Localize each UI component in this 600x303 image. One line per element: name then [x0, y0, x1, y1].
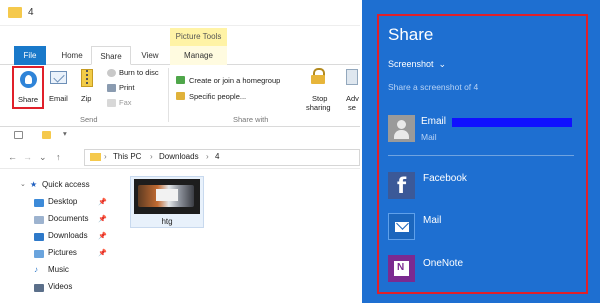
- tab-manage[interactable]: Manage: [170, 46, 227, 65]
- pin-icon[interactable]: 📌: [98, 198, 107, 206]
- share-app-facebook[interactable]: Facebook: [423, 173, 467, 184]
- share-subtitle: Share a screenshot of 4: [388, 82, 479, 92]
- lock-icon[interactable]: [311, 68, 325, 84]
- zip-icon[interactable]: [81, 69, 93, 87]
- onenote-icon[interactable]: N: [388, 255, 415, 282]
- nav-item-documents[interactable]: Documents 📌: [0, 212, 118, 229]
- desktop-icon: [34, 199, 44, 207]
- tab-view[interactable]: View: [134, 46, 166, 65]
- back-arrow-icon[interactable]: ←: [8, 152, 17, 162]
- nav-label-documents: Documents: [48, 214, 89, 223]
- share-app-onenote[interactable]: OneNote: [423, 258, 463, 269]
- crumb-separator-icon[interactable]: ›: [206, 152, 209, 161]
- nav-item-music[interactable]: ♪ Music: [0, 263, 118, 280]
- customize-toolbar-chevron-icon[interactable]: ▾: [63, 129, 67, 138]
- fax-button[interactable]: Fax: [119, 98, 132, 107]
- quick-access-toolbar: ▾: [0, 127, 360, 143]
- tab-home[interactable]: Home: [55, 46, 89, 65]
- share-app-mail[interactable]: Mail: [423, 215, 441, 226]
- advanced-security-label-2[interactable]: se: [348, 103, 356, 112]
- nav-item-downloads[interactable]: Downloads 📌: [0, 229, 118, 246]
- facebook-icon[interactable]: f: [388, 172, 415, 199]
- ribbon-group-divider: [168, 68, 169, 122]
- tab-share[interactable]: Share: [91, 46, 131, 65]
- contact-avatar-icon[interactable]: [388, 115, 415, 142]
- ribbon-tab-bar: File Home Share View Manage: [0, 46, 360, 65]
- pictures-icon: [34, 250, 44, 258]
- mail-icon[interactable]: [388, 213, 415, 240]
- stop-sharing-label-1[interactable]: Stop: [312, 94, 327, 103]
- homegroup-icon: [176, 76, 185, 84]
- pin-icon[interactable]: 📌: [98, 215, 107, 223]
- recent-locations-chevron-icon[interactable]: ⌄: [39, 152, 47, 163]
- nav-label-quick-access: Quick access: [42, 180, 90, 189]
- nav-item-pictures[interactable]: Pictures 📌: [0, 246, 118, 263]
- nav-label-desktop: Desktop: [48, 197, 78, 206]
- nav-item-videos[interactable]: Videos: [0, 280, 118, 297]
- image-thumbnail: [134, 179, 200, 214]
- window-title: 4: [28, 7, 34, 18]
- properties-checkbox-icon[interactable]: [14, 131, 23, 139]
- specific-people-button[interactable]: Specific people...: [189, 92, 246, 101]
- expand-chevron-icon[interactable]: ⌄: [20, 180, 26, 188]
- chevron-down-icon: ⌄: [436, 59, 447, 69]
- tab-file[interactable]: File: [14, 46, 46, 65]
- forward-arrow-icon[interactable]: →: [23, 152, 32, 162]
- send-group-label: Send: [80, 115, 98, 124]
- pin-icon[interactable]: 📌: [98, 249, 107, 257]
- star-icon: ★: [30, 180, 38, 189]
- share-type-dropdown[interactable]: Screenshot ⌄: [388, 59, 446, 70]
- burn-to-disc-button[interactable]: Burn to disc: [119, 68, 159, 77]
- divider: [388, 155, 574, 156]
- advanced-security-label-1[interactable]: Adv: [346, 94, 359, 103]
- breadcrumb-this-pc[interactable]: This PC: [113, 152, 141, 161]
- downloads-icon: [34, 233, 44, 241]
- nav-label-music: Music: [48, 265, 69, 274]
- crumb-separator-icon[interactable]: ›: [150, 152, 153, 161]
- share-type-value: Screenshot: [388, 59, 434, 69]
- breadcrumb-downloads[interactable]: Downloads: [159, 152, 199, 161]
- pin-icon[interactable]: 📌: [98, 232, 107, 240]
- share-button[interactable]: Share: [12, 66, 44, 109]
- homegroup-button[interactable]: Create or join a homegroup: [189, 76, 280, 85]
- email-contact-name[interactable]: Email: [421, 116, 446, 127]
- address-folder-icon: [90, 153, 101, 161]
- share-button-label: Share: [17, 95, 38, 104]
- stop-sharing-label-2[interactable]: sharing: [306, 103, 331, 112]
- email-contact-app: Mail: [421, 132, 437, 142]
- up-arrow-icon[interactable]: ↑: [56, 152, 61, 162]
- folder-icon: [8, 7, 22, 18]
- email-icon[interactable]: [50, 71, 67, 84]
- nav-label-pictures: Pictures: [48, 248, 77, 257]
- picture-tools-header: Picture Tools: [170, 28, 227, 46]
- print-button[interactable]: Print: [119, 83, 134, 92]
- explorer-title-bar: 4: [0, 0, 360, 26]
- share-with-group-label: Share with: [233, 115, 269, 124]
- file-name[interactable]: htg: [130, 217, 204, 226]
- navigation-pane: ⌄ ★ Quick access Desktop 📌 Documents 📌 D…: [0, 172, 118, 303]
- share-icon: [20, 71, 37, 88]
- breadcrumb-folder-4[interactable]: 4: [215, 152, 219, 161]
- fax-icon: [107, 99, 116, 107]
- screen: 4 Picture Tools File Home Share View Man…: [0, 0, 600, 303]
- printer-icon: [107, 84, 116, 92]
- nav-item-quick-access[interactable]: ⌄ ★ Quick access: [0, 178, 118, 195]
- highlight-outline: [377, 14, 588, 294]
- new-folder-icon[interactable]: [42, 131, 51, 139]
- disc-icon: [107, 69, 116, 77]
- nav-label-videos: Videos: [48, 282, 73, 291]
- nav-label-downloads: Downloads: [48, 231, 88, 240]
- music-icon: ♪: [34, 265, 38, 274]
- crumb-separator-icon[interactable]: ›: [104, 152, 107, 161]
- email-button-label[interactable]: Email: [49, 94, 68, 103]
- nav-item-desktop[interactable]: Desktop 📌: [0, 195, 118, 212]
- documents-icon: [34, 216, 44, 224]
- videos-icon: [34, 284, 44, 292]
- share-title: Share: [388, 25, 434, 44]
- zip-button-label[interactable]: Zip: [81, 94, 91, 103]
- redaction-bar: [452, 118, 572, 127]
- advanced-security-icon[interactable]: [346, 69, 358, 85]
- people-icon: [176, 92, 185, 100]
